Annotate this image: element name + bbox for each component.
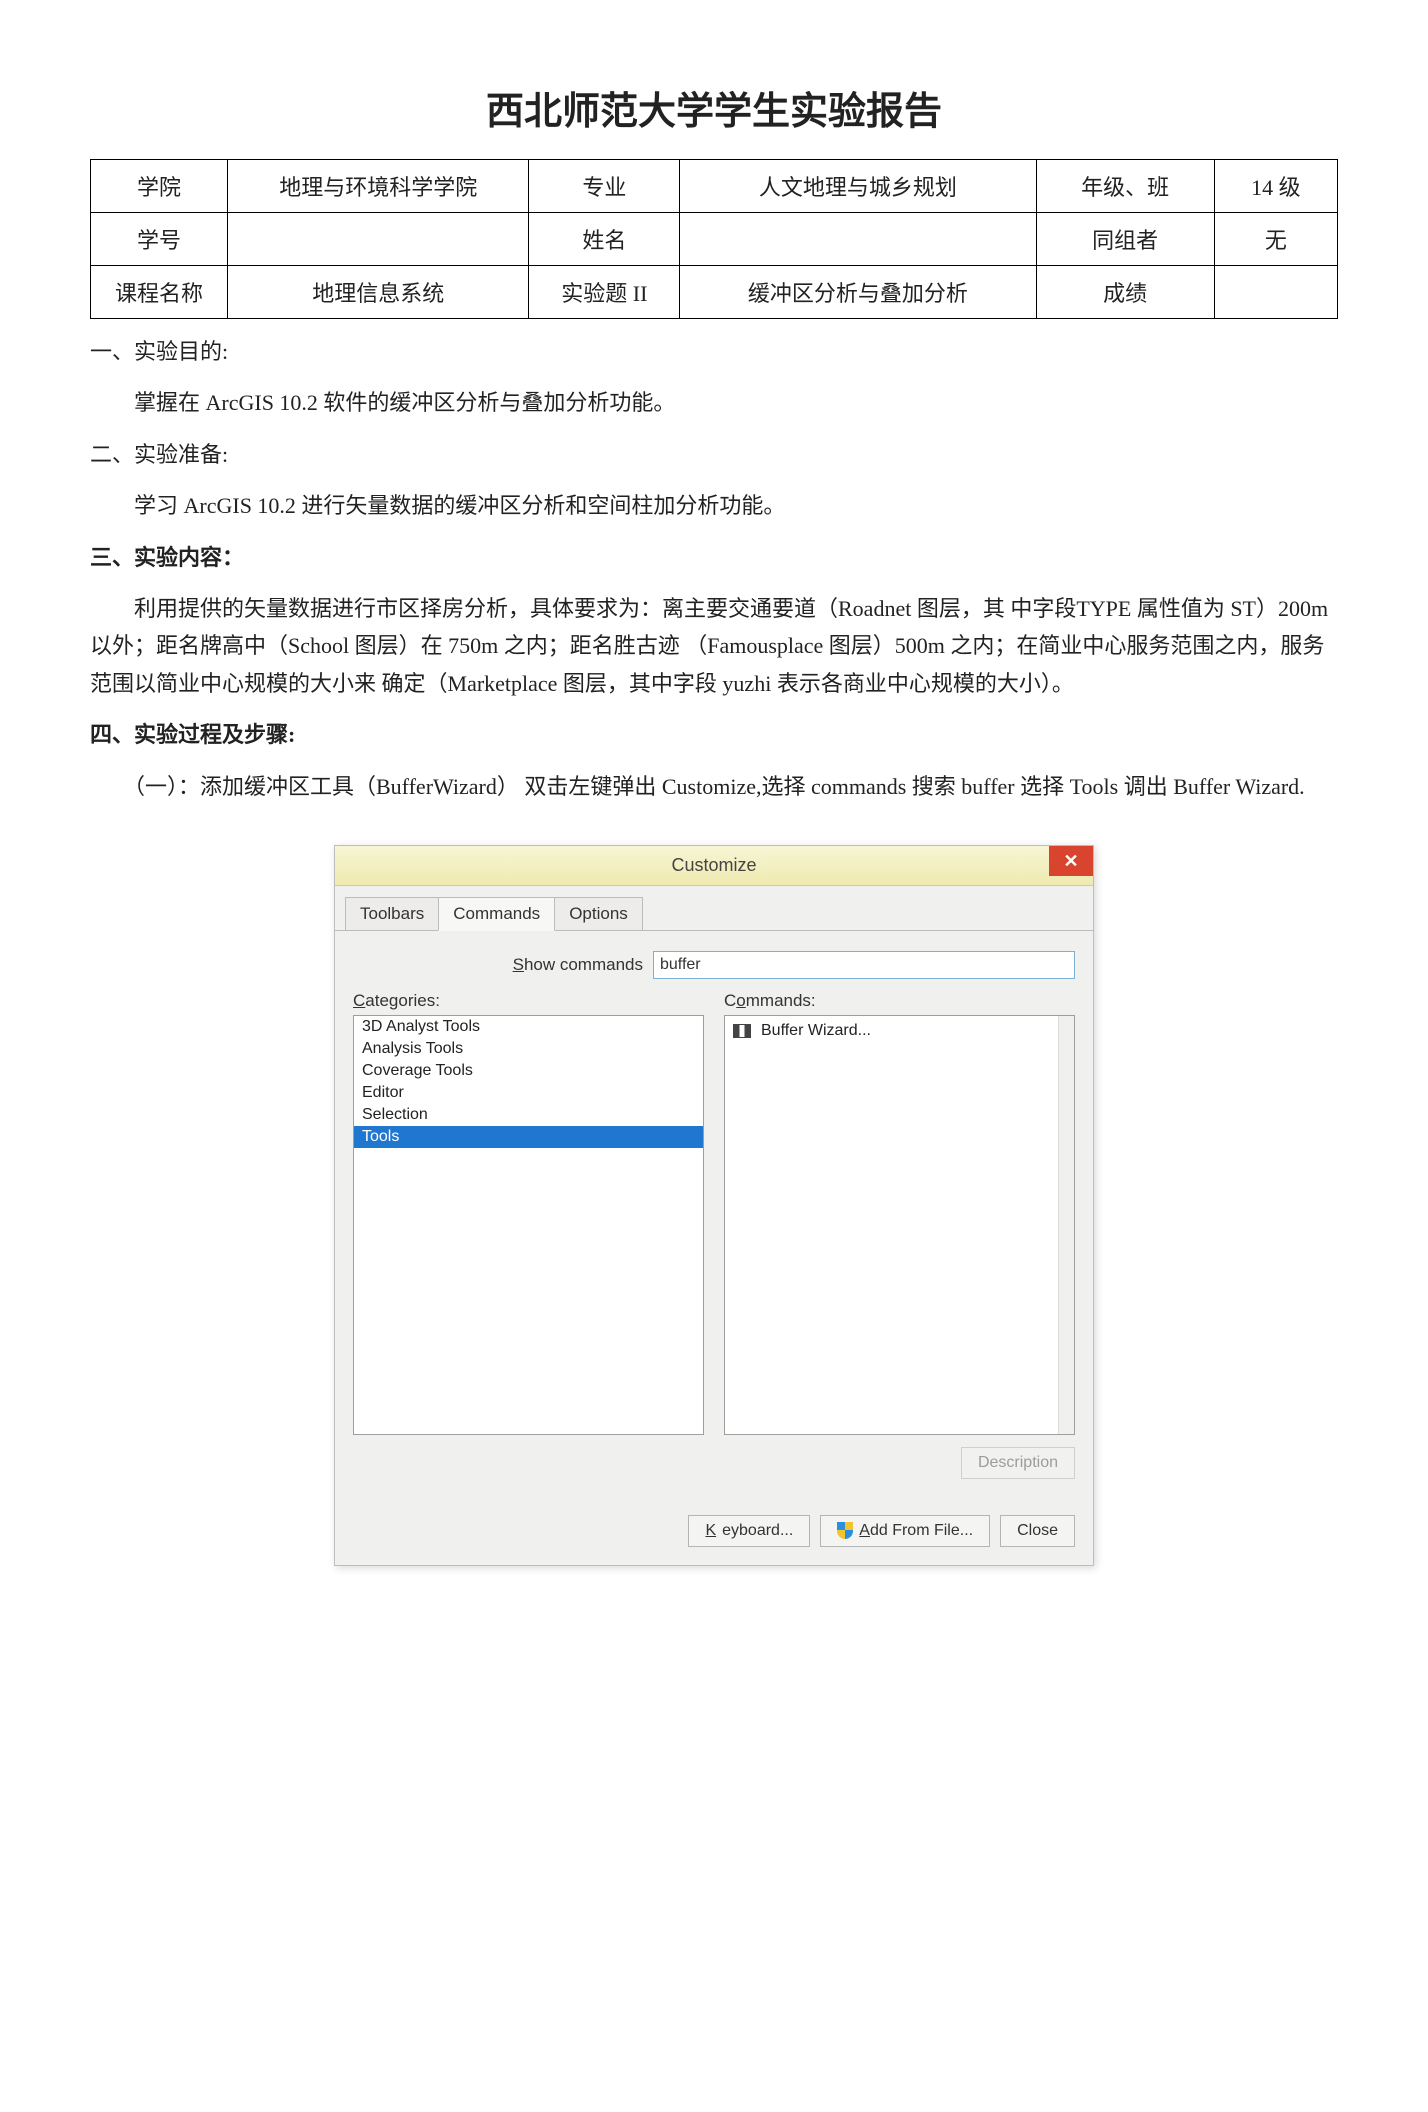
cell-label: 同组者 (1036, 213, 1214, 266)
cell-value: 地理信息系统 (228, 266, 529, 319)
dialog-footer: Keyboard... Add From File... Close (335, 1501, 1093, 1565)
section-2-body: 学习 ArcGIS 10.2 进行矢量数据的缓冲区分析和空间柱加分析功能。 (90, 487, 1338, 524)
section-1-heading: 一、实验目的: (90, 333, 1338, 370)
categories-label: Categories: (353, 991, 704, 1011)
command-label: Buffer Wizard... (761, 1022, 871, 1040)
section-4-heading: 四、实验过程及步骤: (90, 716, 1338, 753)
section-3-heading: 三、实验内容： (90, 539, 1338, 576)
list-item[interactable]: Selection (354, 1104, 703, 1126)
list-item[interactable]: Analysis Tools (354, 1038, 703, 1060)
cell-value: 地理与环境科学学院 (228, 160, 529, 213)
list-item[interactable]: 3D Analyst Tools (354, 1016, 703, 1038)
cell-label: 学号 (91, 213, 228, 266)
list-item[interactable]: Tools (354, 1126, 703, 1148)
info-table: 学院 地理与环境科学学院 专业 人文地理与城乡规划 年级、班 14 级 学号 姓… (90, 159, 1338, 319)
cell-label: 成绩 (1036, 266, 1214, 319)
show-commands-label: Show commands (353, 955, 653, 975)
commands-listbox[interactable]: Buffer Wizard... (724, 1015, 1075, 1435)
cell-value (680, 213, 1036, 266)
screenshot-figure: Customize ✕ Toolbars Commands Options Sh… (90, 845, 1338, 1566)
table-row: 学院 地理与环境科学学院 专业 人文地理与城乡规划 年级、班 14 级 (91, 160, 1338, 213)
dialog-titlebar[interactable]: Customize ✕ (335, 846, 1093, 886)
commands-label: Commands: (724, 991, 1075, 1011)
categories-column: Categories: 3D Analyst ToolsAnalysis Too… (353, 991, 704, 1479)
dialog-body: Show commands Categories: 3D Analyst Too… (335, 931, 1093, 1501)
cell-label: 姓名 (529, 213, 680, 266)
cell-value: 14 级 (1214, 160, 1337, 213)
document-page: 西北师范大学学生实验报告 学院 地理与环境科学学院 专业 人文地理与城乡规划 年… (0, 0, 1428, 2112)
cell-label: 课程名称 (91, 266, 228, 319)
table-row: 学号 姓名 同组者 无 (91, 213, 1338, 266)
description-row: Description (724, 1447, 1075, 1479)
customize-dialog: Customize ✕ Toolbars Commands Options Sh… (334, 845, 1094, 1566)
report-title: 西北师范大学学生实验报告 (90, 80, 1338, 135)
cell-label: 学院 (91, 160, 228, 213)
shield-icon (837, 1522, 853, 1539)
search-input[interactable] (653, 951, 1075, 979)
cell-value: 缓冲区分析与叠加分析 (680, 266, 1036, 319)
section-4-body: （一）：添加缓冲区工具（BufferWizard） 双击左键弹出 Customi… (90, 768, 1338, 805)
tab-options[interactable]: Options (554, 897, 643, 931)
dialog-tabs: Toolbars Commands Options (335, 886, 1093, 931)
keyboard-button[interactable]: Keyboard... (688, 1515, 810, 1547)
section-3-body: 利用提供的矢量数据进行市区择房分析，具体要求为：离主要交通要道（Roadnet … (90, 590, 1338, 702)
command-item[interactable]: Buffer Wizard... (725, 1016, 1074, 1046)
scrollbar[interactable] (1058, 1016, 1074, 1434)
close-dialog-button[interactable]: Close (1000, 1515, 1075, 1547)
cell-label: 实验题 II (529, 266, 680, 319)
add-from-file-label: Add From File... (859, 1522, 973, 1540)
cell-value: 无 (1214, 213, 1337, 266)
commands-column: Commands: Buffer Wizard... Description (724, 991, 1075, 1479)
section-1-body: 掌握在 ArcGIS 10.2 软件的缓冲区分析与叠加分析功能。 (90, 384, 1338, 421)
cell-label: 专业 (529, 160, 680, 213)
close-button[interactable]: ✕ (1049, 846, 1093, 876)
close-icon: ✕ (1063, 852, 1078, 870)
section-2-heading: 二、实验准备: (90, 436, 1338, 473)
add-from-file-button[interactable]: Add From File... (820, 1515, 990, 1547)
list-item[interactable]: Coverage Tools (354, 1060, 703, 1082)
columns: Categories: 3D Analyst ToolsAnalysis Too… (353, 991, 1075, 1479)
tab-toolbars[interactable]: Toolbars (345, 897, 439, 931)
cell-value: 人文地理与城乡规划 (680, 160, 1036, 213)
cell-label: 年级、班 (1036, 160, 1214, 213)
cell-value (1214, 266, 1337, 319)
buffer-wizard-icon (733, 1024, 751, 1038)
cell-value (228, 213, 529, 266)
tab-commands[interactable]: Commands (438, 897, 555, 931)
search-row: Show commands (353, 951, 1075, 979)
dialog-title: Customize (671, 855, 756, 876)
description-button[interactable]: Description (961, 1447, 1075, 1479)
table-row: 课程名称 地理信息系统 实验题 II 缓冲区分析与叠加分析 成绩 (91, 266, 1338, 319)
list-item[interactable]: Editor (354, 1082, 703, 1104)
categories-listbox[interactable]: 3D Analyst ToolsAnalysis ToolsCoverage T… (353, 1015, 704, 1435)
